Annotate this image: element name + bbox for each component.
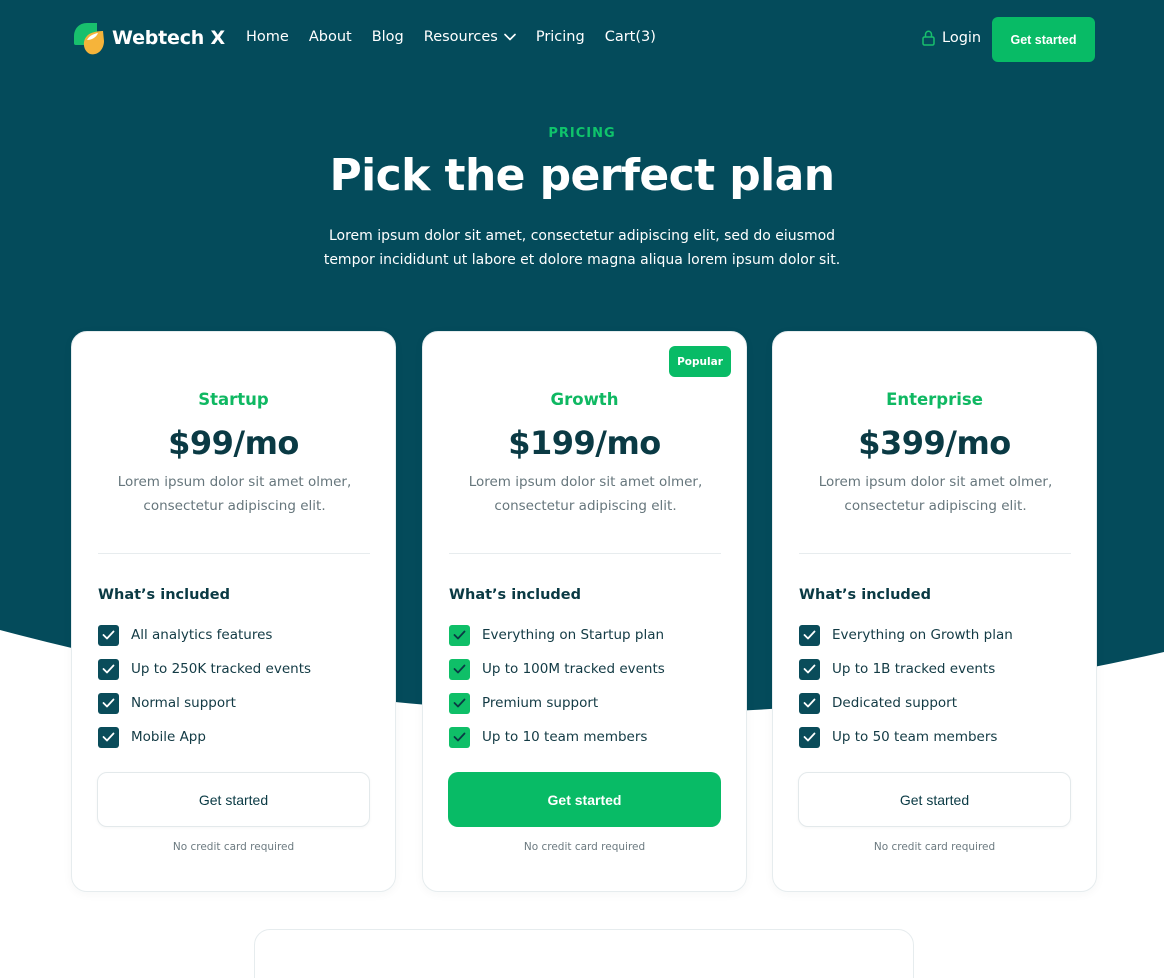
divider — [449, 553, 721, 554]
page-title: Pick the perfect plan — [329, 150, 836, 201]
nav-link-blog[interactable]: Blog — [372, 29, 404, 45]
brand-logo[interactable]: Webtech X — [73, 21, 225, 55]
no-credit-card-note: No credit card required — [523, 841, 646, 853]
feature-list: All analytics features Up to 250K tracke… — [98, 624, 311, 760]
feature-label: Dedicated support — [832, 695, 958, 711]
feature-item: Mobile App — [98, 726, 311, 748]
plan-name: Growth — [550, 390, 619, 409]
feature-item: Up to 50 team members — [799, 726, 1013, 748]
included-heading: What’s included — [98, 587, 230, 603]
no-credit-card-note: No credit card required — [172, 841, 295, 853]
plan-description: Lorem ipsum dolor sit amet olmer, consec… — [117, 474, 352, 514]
feature-item: Up to 10 team members — [449, 726, 665, 748]
get-started-button-growth[interactable]: Get started — [448, 772, 721, 827]
plan-description: Lorem ipsum dolor sit amet olmer, consec… — [818, 474, 1053, 514]
feature-label: Mobile App — [131, 729, 206, 745]
feature-label: Up to 50 team members — [832, 729, 998, 745]
popular-badge: Popular — [669, 346, 731, 377]
feature-label: Everything on Startup plan — [482, 627, 665, 643]
get-started-button-enterprise[interactable]: Get started — [798, 772, 1071, 827]
checkbox-checked-icon — [449, 624, 470, 646]
checkbox-checked-icon — [98, 726, 119, 748]
get-started-button-startup[interactable]: Get started — [97, 772, 370, 827]
bottom-panel — [254, 929, 914, 978]
section-eyebrow: PRICING — [548, 126, 616, 141]
top-navigation: Webtech X Home About Blog Resources Pric… — [0, 0, 1164, 78]
included-heading: What’s included — [449, 587, 581, 603]
login-label: Login — [942, 30, 982, 46]
feature-label: Premium support — [482, 695, 599, 711]
feature-list: Everything on Startup plan Up to 100M tr… — [449, 624, 665, 760]
feature-item: Everything on Startup plan — [449, 624, 665, 646]
plan-name: Startup — [198, 390, 269, 409]
plan-description: Lorem ipsum dolor sit amet olmer, consec… — [468, 474, 703, 514]
feature-item: Up to 250K tracked events — [98, 658, 311, 680]
hero-subtitle: Lorem ipsum dolor sit amet, consectetur … — [323, 228, 841, 268]
nav-link-resources[interactable]: Resources — [424, 29, 516, 45]
feature-item: Up to 100M tracked events — [449, 658, 665, 680]
plan-price: $199/mo — [508, 424, 661, 462]
checkbox-checked-icon — [449, 658, 470, 680]
nav-link-about[interactable]: About — [309, 29, 352, 45]
checkbox-checked-icon — [449, 726, 470, 748]
nav-link-cart[interactable]: Cart(3) — [605, 29, 656, 45]
checkbox-checked-icon — [98, 692, 119, 714]
feature-item: Premium support — [449, 692, 665, 714]
plan-price: $399/mo — [858, 424, 1011, 462]
brand-name: Webtech X — [112, 27, 225, 49]
plan-price: $99/mo — [168, 424, 299, 462]
pricing-card-startup: Startup $99/mo Lorem ipsum dolor sit ame… — [71, 331, 396, 892]
chevron-down-icon — [504, 33, 516, 41]
no-credit-card-note: No credit card required — [873, 841, 996, 853]
nav-link-home[interactable]: Home — [246, 29, 289, 45]
nav-link-pricing[interactable]: Pricing — [536, 29, 585, 45]
feature-item: Normal support — [98, 692, 311, 714]
checkbox-checked-icon — [799, 658, 820, 680]
nav-link-resources-label: Resources — [423, 29, 498, 45]
checkbox-checked-icon — [799, 624, 820, 646]
login-link[interactable]: Login — [922, 30, 981, 46]
plan-name: Enterprise — [886, 390, 983, 409]
feature-item: All analytics features — [98, 624, 311, 646]
feature-list: Everything on Growth plan Up to 1B track… — [799, 624, 1013, 760]
divider — [98, 553, 370, 554]
feature-label: All analytics features — [131, 627, 273, 643]
feature-label: Everything on Growth plan — [832, 627, 1013, 643]
included-heading: What’s included — [799, 587, 931, 603]
checkbox-checked-icon — [799, 726, 820, 748]
pricing-card-growth: Popular Growth $199/mo Lorem ipsum dolor… — [422, 331, 747, 892]
nav-links: Home About Blog Resources Pricing Cart(3… — [246, 29, 676, 45]
logo-mark-icon — [74, 23, 104, 55]
nav-get-started-button[interactable]: Get started — [992, 17, 1095, 62]
feature-label: Up to 10 team members — [482, 729, 648, 745]
feature-item: Dedicated support — [799, 692, 1013, 714]
checkbox-checked-icon — [98, 658, 119, 680]
feature-item: Everything on Growth plan — [799, 624, 1013, 646]
checkbox-checked-icon — [98, 624, 119, 646]
feature-label: Up to 250K tracked events — [131, 661, 312, 677]
feature-label: Up to 1B tracked events — [832, 661, 996, 677]
pricing-card-enterprise: Enterprise $399/mo Lorem ipsum dolor sit… — [772, 331, 1097, 892]
feature-label: Up to 100M tracked events — [482, 661, 665, 677]
feature-item: Up to 1B tracked events — [799, 658, 1013, 680]
checkbox-checked-icon — [799, 692, 820, 714]
checkbox-checked-icon — [449, 692, 470, 714]
divider — [799, 553, 1071, 554]
feature-label: Normal support — [131, 695, 236, 711]
lock-icon — [922, 30, 935, 46]
